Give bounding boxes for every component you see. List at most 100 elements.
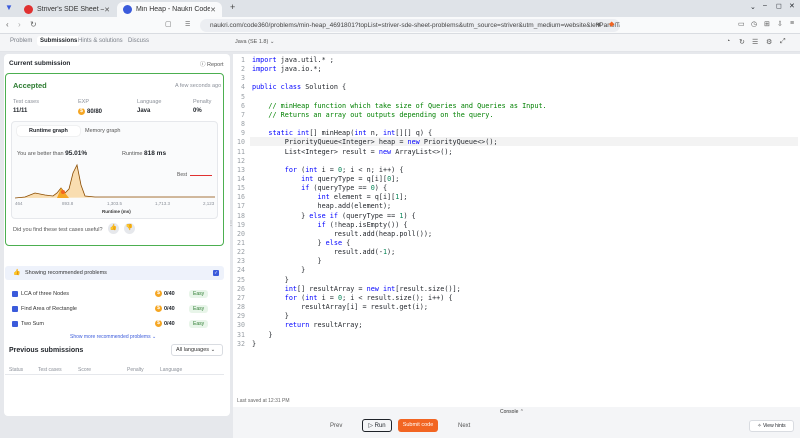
- reload-icon[interactable]: ↻: [30, 20, 37, 29]
- line-number: 30: [237, 321, 245, 330]
- view-hints-button[interactable]: ✧ View hints: [749, 420, 794, 432]
- recommended-item[interactable]: Find Area of Rectangle $0/40 Easy: [12, 305, 212, 314]
- stat-exp-label: EXP: [78, 99, 90, 105]
- download-icon[interactable]: ⇩: [777, 20, 783, 28]
- forward-icon[interactable]: ›: [18, 20, 21, 29]
- x-tick-4: 2,123: [203, 201, 215, 206]
- stat-testcases-value: 11/11: [13, 108, 28, 114]
- bookmark-icon[interactable]: ▢: [165, 20, 172, 28]
- line-number: 21: [237, 239, 245, 247]
- line-number: 8: [241, 120, 245, 129]
- close-icon[interactable]: ✕: [104, 6, 110, 14]
- timer-icon[interactable]: ◔: [726, 38, 730, 45]
- prev-button[interactable]: Prev: [330, 423, 342, 429]
- browser-menu-icon[interactable]: ▼: [5, 3, 13, 12]
- difficulty-badge: Easy: [189, 290, 209, 298]
- recommended-checkbox[interactable]: ✓: [213, 270, 219, 276]
- code-line: } else {: [252, 239, 351, 247]
- code-line: result.add(-1);: [252, 248, 396, 257]
- console-toggle[interactable]: Console ⌃: [500, 409, 524, 415]
- code-line: import java.util.* ;: [252, 56, 334, 64]
- thumbs-down-icon[interactable]: 👎: [124, 223, 135, 234]
- code-line: resultArray[i] = result.get(i);: [252, 303, 428, 312]
- language-filter[interactable]: All languages ⌄: [171, 344, 223, 356]
- coin-icon: $: [155, 305, 162, 312]
- naukri-favicon-icon: [123, 5, 132, 14]
- line-number: 26: [237, 284, 245, 293]
- better-than-text: You are better than 95.01%: [17, 150, 88, 157]
- x-tick-1: 893.8: [62, 201, 74, 206]
- next-button[interactable]: Next: [458, 423, 470, 429]
- report-button[interactable]: ⓘ Report: [200, 60, 224, 68]
- info-icon: ⓘ: [200, 62, 206, 68]
- run-button[interactable]: ▷ Run: [362, 419, 392, 432]
- close-window-icon[interactable]: ✕: [789, 2, 795, 10]
- code-line: List<Integer> result = new ArrayList<>()…: [252, 147, 453, 156]
- problem-exp: $0/40: [155, 290, 175, 297]
- code-line: static int[] minHeap(int n, int[][] q) {: [268, 129, 433, 138]
- tab-memory-graph[interactable]: Memory graph: [85, 128, 120, 134]
- distribution-curve: [15, 163, 215, 199]
- browser-tab-minheap[interactable]: Min Heap - Naukri Code ✕: [117, 2, 222, 17]
- browser-tab-striver[interactable]: Striver's SDE Sheet – Top Co ✕: [18, 2, 116, 17]
- share-icon[interactable]: ◀: [596, 21, 601, 28]
- code-line: int[] resultArray = new int[result.size(…: [284, 284, 461, 293]
- language-select[interactable]: Java (SE 1.8) ⌄: [235, 39, 274, 45]
- runtime-text: Runtime 818 ms: [122, 150, 167, 157]
- problem-exp: $0/40: [155, 305, 175, 312]
- site-settings-icon[interactable]: ☰: [185, 21, 190, 28]
- code-line: heap.add(element);: [252, 202, 392, 211]
- brave-shield-icon[interactable]: ◆: [609, 20, 614, 28]
- line-number: 3: [241, 74, 245, 83]
- menu-icon[interactable]: ≡: [790, 20, 794, 27]
- extensions-icon[interactable]: ⊞: [764, 20, 770, 28]
- line-number: 4: [241, 83, 245, 92]
- tab-hints[interactable]: Hints & solutions: [78, 38, 123, 44]
- line-number: 10: [237, 138, 245, 147]
- line-number: 1: [241, 56, 245, 64]
- code-line: // minHeap function which take size of Q…: [252, 101, 547, 110]
- play-icon: ▷: [368, 423, 373, 429]
- thumbs-up-icon: 👍: [13, 270, 21, 276]
- gear-icon[interactable]: ⚙: [766, 38, 772, 46]
- status-accepted: Accepted: [13, 81, 47, 90]
- thumbs-up-icon[interactable]: 👍: [108, 223, 119, 234]
- last-saved: Last saved at 12:31 PM: [237, 398, 290, 404]
- tab-problem[interactable]: Problem: [10, 38, 32, 44]
- coin-icon: $: [155, 290, 162, 297]
- stat-testcases-label: Test cases: [13, 99, 39, 105]
- recommended-item[interactable]: LCA of three Nodes $0/40 Easy: [12, 290, 212, 299]
- chevron-down-icon: ⌄: [269, 39, 275, 45]
- problem-name: Two Sum: [21, 321, 44, 327]
- code-line: }: [252, 330, 273, 339]
- list-icon[interactable]: ☰: [752, 38, 758, 46]
- line-number: 2: [241, 65, 245, 74]
- expand-icon[interactable]: ⤢: [780, 38, 786, 46]
- show-more-link[interactable]: Show more recommended problems ⌄: [70, 334, 156, 340]
- problem-name: LCA of three Nodes: [21, 291, 70, 297]
- line-number: 19: [237, 220, 245, 229]
- divider: [5, 374, 224, 375]
- url-input[interactable]: naukri.com/code360/problems/min-heap_469…: [200, 19, 620, 32]
- tab-discuss[interactable]: Discuss: [128, 38, 149, 44]
- code-editor[interactable]: 1 2 3 4 5 6 7 8 9 10 11 12 13 14 15 16 17 18 19 20 21 22 23 24 2…: [233, 54, 800, 407]
- your-runtime-marker: [61, 190, 65, 194]
- address-bar-row: ‹ › ↻ ▢ ☰ naukri.com/code360/problems/mi…: [0, 17, 800, 34]
- tab-runtime-graph[interactable]: Runtime graph: [17, 126, 80, 136]
- submit-button[interactable]: Submit code: [398, 419, 438, 432]
- minimize-icon[interactable]: –: [763, 2, 767, 9]
- sidebar-icon[interactable]: ▭: [738, 20, 745, 28]
- back-icon[interactable]: ‹: [6, 20, 9, 29]
- maximize-icon[interactable]: ◻: [776, 2, 782, 10]
- wallet-icon[interactable]: ◷: [751, 20, 757, 28]
- code-line: }: [252, 312, 289, 321]
- chevron-down-icon[interactable]: ⌄: [750, 3, 756, 11]
- recommended-item[interactable]: Two Sum $0/40 Easy: [12, 320, 212, 329]
- tab-submissions[interactable]: Submissions: [37, 36, 81, 46]
- panel-resize-handle[interactable]: ⋮: [228, 220, 234, 227]
- refresh-icon[interactable]: ↻: [739, 38, 745, 46]
- close-icon[interactable]: ✕: [210, 6, 216, 14]
- striver-favicon-icon: [24, 5, 33, 14]
- code-line: }: [252, 266, 306, 275]
- new-tab-icon[interactable]: +: [230, 2, 235, 12]
